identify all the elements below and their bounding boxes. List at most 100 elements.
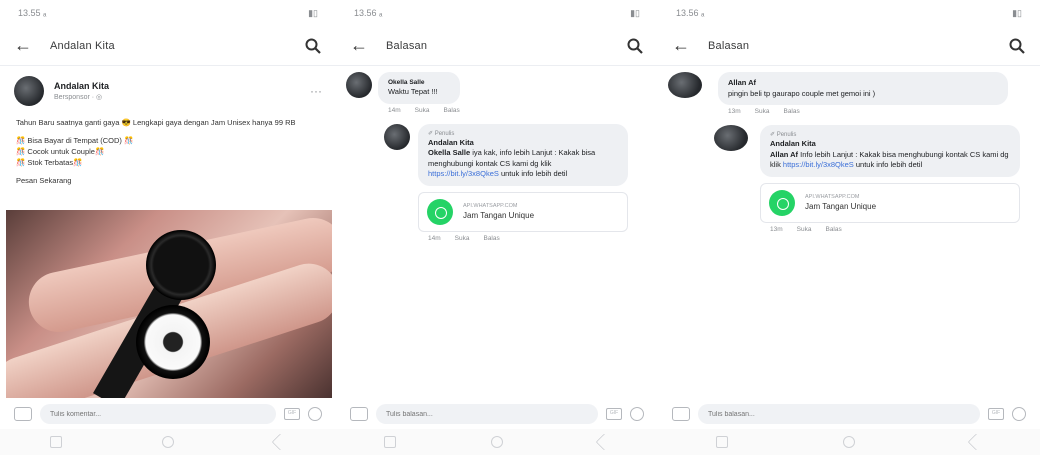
page-title: Balasan: [386, 39, 428, 52]
gif-icon[interactable]: GIF: [606, 408, 622, 420]
more-options-icon[interactable]: ···: [310, 84, 322, 98]
reply-item: ✐ Penulis Andalan Kita Allan Af Info leb…: [658, 115, 1040, 233]
author-badge: ✐ Penulis: [428, 130, 455, 137]
comment-actions: 13m Suka Balas: [718, 108, 1008, 115]
replies-screen-1: 13.56 ₐ ▮▯ ← Balasan Okella Salle Waktu …: [336, 0, 658, 455]
top-bar: ← Andalan Kita: [0, 26, 336, 66]
reply-time: 14m: [428, 234, 441, 242]
link-title: Jam Tangan Unique: [805, 202, 877, 212]
screens-container: 13.55 ₐ ▮▯ ← Andalan Kita Andalan Kita B…: [0, 0, 1040, 455]
reply-button[interactable]: Balas: [783, 108, 799, 115]
recent-apps-icon[interactable]: [50, 436, 62, 448]
page-title: Balasan: [708, 39, 750, 52]
back-arrow-icon[interactable]: ←: [350, 35, 372, 56]
search-icon[interactable]: [626, 37, 644, 55]
like-button[interactable]: Suka: [797, 226, 812, 233]
sticker-icon[interactable]: [1012, 407, 1026, 421]
home-icon[interactable]: [162, 436, 174, 448]
reply-button[interactable]: Balas: [443, 107, 459, 114]
recent-apps-icon[interactable]: [383, 436, 396, 448]
comment-bubble[interactable]: Allan Af pingin beli tp gaurapo couple m…: [718, 72, 1008, 105]
whatsapp-link-card[interactable]: API.WHATSAPP.COM Jam Tangan Unique: [418, 191, 628, 232]
like-button[interactable]: Suka: [455, 235, 470, 242]
gif-icon[interactable]: GIF: [988, 408, 1004, 420]
page-avatar[interactable]: [14, 76, 44, 106]
reply-item: ✐ Penulis Andalan Kita Okella Salle iya …: [336, 114, 658, 242]
camera-icon[interactable]: [350, 407, 368, 421]
reply-mention[interactable]: Okella Salle: [428, 148, 470, 157]
commenter-name[interactable]: Allan Af: [728, 78, 998, 89]
reply-mention[interactable]: Allan Af: [770, 150, 798, 159]
post-image-watch[interactable]: [6, 210, 332, 398]
reply-bubble[interactable]: ✐ Penulis Andalan Kita Okella Salle iya …: [418, 123, 628, 186]
reply-button[interactable]: Balas: [483, 235, 499, 242]
camera-icon[interactable]: [14, 407, 32, 421]
comment-item: Allan Af pingin beli tp gaurapo couple m…: [658, 66, 1040, 115]
comment-composer: GIF: [0, 401, 336, 427]
page-avatar[interactable]: [384, 123, 410, 150]
comment-content: Allan Af pingin beli tp gaurapo couple m…: [718, 72, 1008, 115]
home-icon[interactable]: [490, 436, 503, 448]
link-domain: API.WHATSAPP.COM: [463, 203, 518, 210]
reply-text-part2: untuk info lebih detil: [853, 160, 923, 170]
reply-input[interactable]: [698, 404, 980, 424]
replies-screen-2: 13.56 ₐ ▮▯ ← Balasan Allan Af pingin bel…: [658, 0, 1040, 455]
post-body: Tahun Baru saatnya ganti gaya 😎 Lengkapi…: [0, 112, 336, 199]
reply-link[interactable]: https://bit.ly/3x8QkeS: [783, 160, 854, 169]
whatsapp-icon: [427, 198, 453, 225]
reply-author[interactable]: Andalan Kita: [428, 138, 618, 149]
comment-time: 13m: [728, 108, 741, 115]
comment-input[interactable]: [40, 404, 276, 424]
reply-content: ✐ Penulis Andalan Kita Allan Af Info leb…: [760, 125, 1020, 233]
link-card-text: API.WHATSAPP.COM Jam Tangan Unique: [463, 203, 534, 220]
commenter-name[interactable]: Okella Salle: [388, 78, 450, 87]
reply-time: 13m: [770, 225, 783, 233]
system-nav-bar: [658, 429, 1040, 455]
post-line-2: 🎊 Bisa Bayar di Tempat (COD) 🎊 🎊 Cocok u…: [16, 135, 134, 167]
reply-actions: 13m Suka Balas: [760, 226, 1020, 233]
reply-input[interactable]: [376, 404, 598, 424]
comment-bubble[interactable]: Okella Salle Waktu Tepat !!!: [378, 72, 460, 104]
post-line-1: Tahun Baru saatnya ganti gaya 😎 Lengkapi…: [16, 118, 296, 127]
gif-icon[interactable]: GIF: [284, 408, 300, 420]
reply-text: Allan Af Info lebih Lanjut : Kakak bisa …: [770, 150, 1010, 171]
sticker-icon[interactable]: [630, 407, 644, 421]
status-bar: 13.56 ₐ ▮▯: [336, 0, 658, 26]
link-domain: API.WHATSAPP.COM: [805, 194, 860, 201]
page-avatar[interactable]: [714, 125, 748, 151]
reply-content: ✐ Penulis Andalan Kita Okella Salle iya …: [418, 123, 628, 242]
link-card-text: API.WHATSAPP.COM Jam Tangan Unique: [805, 194, 876, 211]
camera-icon[interactable]: [672, 407, 690, 421]
system-nav-bar: [0, 429, 336, 455]
status-bar: 13.55 ₐ ▮▯: [0, 0, 336, 26]
reply-bubble[interactable]: ✐ Penulis Andalan Kita Allan Af Info leb…: [760, 125, 1020, 177]
battery-icon: ▮▯: [308, 7, 318, 18]
like-button[interactable]: Suka: [755, 108, 770, 115]
back-arrow-icon[interactable]: ←: [672, 35, 694, 56]
commenter-avatar[interactable]: [668, 72, 702, 98]
top-bar: ← Balasan: [336, 26, 658, 66]
back-nav-icon[interactable]: [967, 433, 985, 451]
status-time: 13.55 ₐ: [18, 8, 47, 18]
post-screen: 13.55 ₐ ▮▯ ← Andalan Kita Andalan Kita B…: [0, 0, 336, 455]
search-icon[interactable]: [304, 37, 322, 55]
reply-link[interactable]: https://bit.ly/3x8QkeS: [428, 169, 499, 178]
back-nav-icon[interactable]: [271, 433, 289, 451]
sticker-icon[interactable]: [308, 407, 322, 421]
whatsapp-link-card[interactable]: API.WHATSAPP.COM Jam Tangan Unique: [760, 182, 1020, 223]
recent-apps-icon[interactable]: [715, 436, 728, 448]
back-nav-icon[interactable]: [595, 433, 613, 451]
comment-text: Waktu Tepat !!!: [388, 87, 438, 97]
back-arrow-icon[interactable]: ←: [14, 35, 36, 56]
reply-button[interactable]: Balas: [825, 226, 841, 233]
like-button[interactable]: Suka: [415, 107, 430, 114]
reply-author[interactable]: Andalan Kita: [770, 139, 1010, 150]
system-nav-bar: [336, 429, 658, 455]
search-icon[interactable]: [1008, 37, 1026, 55]
commenter-avatar[interactable]: [346, 72, 372, 98]
post-header: Andalan Kita Bersponsor · ◎ ···: [0, 66, 336, 112]
reply-composer: GIF: [658, 401, 1040, 427]
post-author[interactable]: Andalan Kita: [54, 81, 310, 91]
comment-time: 14m: [388, 106, 401, 114]
home-icon[interactable]: [842, 436, 855, 448]
